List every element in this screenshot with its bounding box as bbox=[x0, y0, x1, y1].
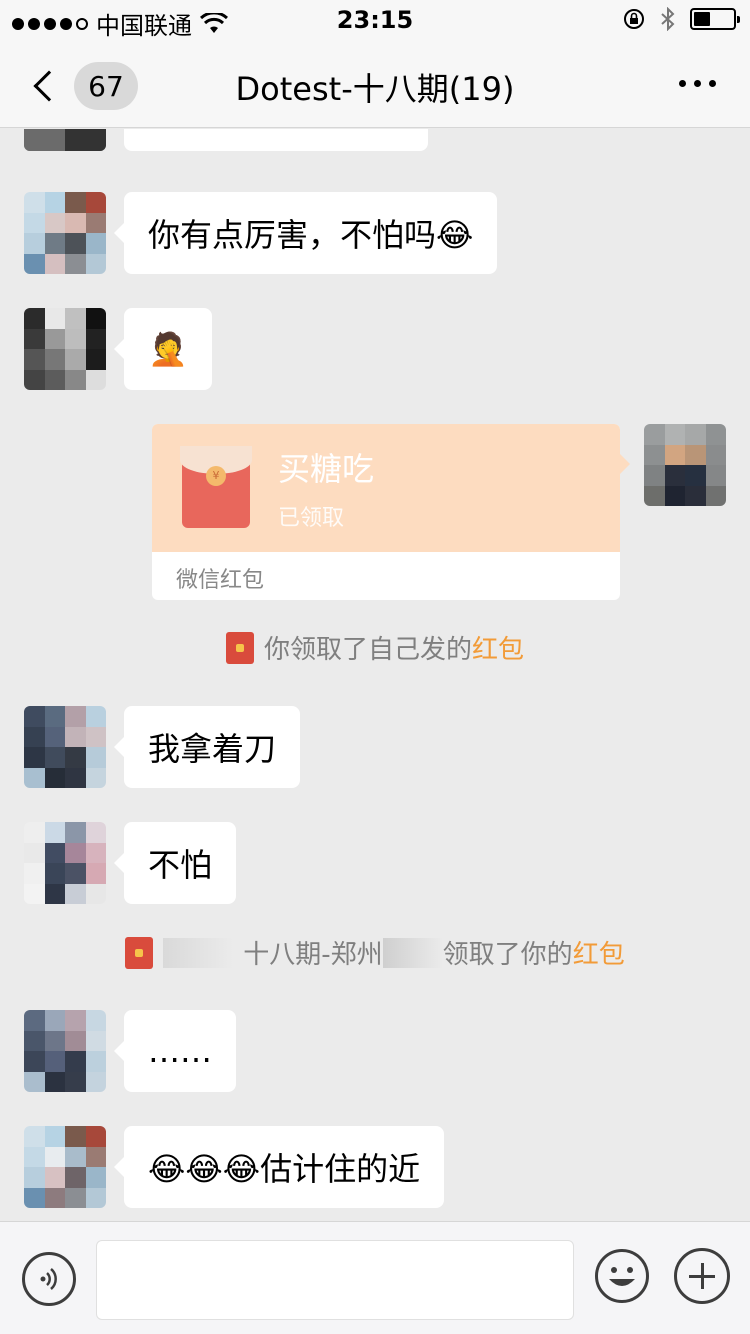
message-bubble[interactable]: 🤦 bbox=[114, 308, 212, 390]
message-bubble[interactable]: 直接自己领取红包 bbox=[124, 129, 429, 151]
red-packet-link[interactable]: 红包 bbox=[573, 934, 625, 971]
avatar[interactable] bbox=[24, 706, 106, 788]
more-options-button[interactable] bbox=[679, 80, 716, 87]
more-dot-icon bbox=[709, 80, 716, 87]
bluetooth-icon bbox=[661, 7, 675, 31]
chat-messages[interactable]: 直接自己领取红包 你有点厉害，不怕吗😂 🤦 ¥ 买糖吃 已领取 bbox=[0, 129, 750, 1221]
emoji-icon bbox=[595, 1249, 649, 1303]
voice-icon bbox=[40, 1268, 57, 1290]
red-packet-card[interactable]: ¥ 买糖吃 已领取 微信红包 bbox=[152, 424, 620, 600]
avatar[interactable] bbox=[24, 129, 106, 151]
red-envelope-icon bbox=[225, 631, 254, 664]
system-notice: 你领取了自己发的 红包 bbox=[0, 629, 750, 666]
red-packet-footer: 微信红包 bbox=[176, 568, 265, 593]
red-packet-status: 已领取 bbox=[278, 506, 345, 531]
message-bubble[interactable]: 我拿着刀 bbox=[113, 706, 301, 788]
more-dot-icon bbox=[679, 80, 686, 87]
input-bar bbox=[0, 1221, 750, 1334]
avatar[interactable] bbox=[24, 308, 106, 390]
message-bubble[interactable]: 😂😂😂估计住的近 bbox=[113, 1126, 445, 1208]
blurred-name bbox=[382, 937, 443, 968]
battery-icon bbox=[690, 8, 740, 30]
message-bubble[interactable]: 你有点厉害，不怕吗😂 bbox=[113, 192, 498, 274]
more-dot-icon bbox=[694, 80, 701, 87]
avatar[interactable] bbox=[24, 1126, 106, 1208]
voice-input-button[interactable] bbox=[22, 1252, 76, 1306]
blurred-name bbox=[163, 937, 234, 968]
message-bubble[interactable]: …… bbox=[114, 1010, 236, 1092]
my-avatar[interactable] bbox=[644, 424, 726, 506]
plus-button[interactable] bbox=[674, 1248, 730, 1304]
system-notice: 十八期-郑州 领取了你的 红包 bbox=[0, 934, 750, 971]
avatar[interactable] bbox=[24, 1010, 106, 1092]
orientation-lock-icon bbox=[624, 9, 644, 29]
chat-title: Dotest-十八期(19) bbox=[235, 70, 515, 108]
avatar[interactable] bbox=[24, 192, 106, 274]
status-bar: 中国联通 23:15 bbox=[0, 0, 750, 40]
red-packet-title: 买糖吃 bbox=[278, 450, 375, 488]
avatar[interactable] bbox=[24, 822, 106, 904]
emoji-button[interactable] bbox=[594, 1248, 650, 1304]
message-input[interactable] bbox=[96, 1240, 574, 1320]
nav-bar: 67 Dotest-十八期(19) bbox=[0, 40, 750, 128]
message-bubble[interactable]: 不怕 bbox=[113, 822, 237, 904]
facepalm-emoji: 🤦 bbox=[148, 330, 188, 368]
red-packet-link[interactable]: 红包 bbox=[472, 629, 524, 666]
red-envelope-icon bbox=[125, 936, 154, 969]
red-envelope-icon: ¥ bbox=[180, 446, 252, 528]
